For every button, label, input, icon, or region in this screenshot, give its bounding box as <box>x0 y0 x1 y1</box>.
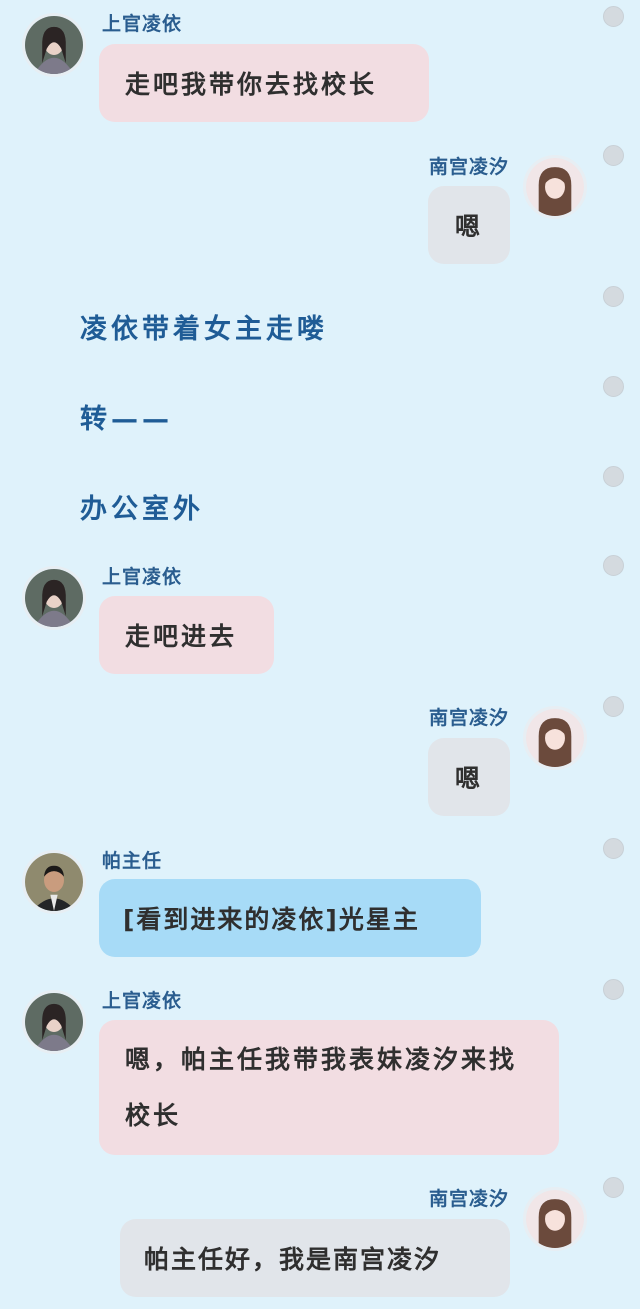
speaker-name: 南宫凌汐 <box>428 1188 509 1210</box>
select-dot[interactable] <box>603 466 624 487</box>
speaker-name: 南宫凌汐 <box>428 156 509 178</box>
speaker-name: 帕主任 <box>102 850 163 872</box>
select-dot[interactable] <box>603 286 624 307</box>
chat-bubble[interactable]: 嗯，帕主任我带我表妹凌汐来找校长 <box>99 1020 559 1155</box>
chat-bubble[interactable]: [看到进来的凌依]光星主 <box>99 879 481 957</box>
chat-bubble[interactable]: 嗯 <box>428 186 510 264</box>
speaker-name: 南宫凌汐 <box>428 707 509 729</box>
select-dot[interactable] <box>603 838 624 859</box>
avatar-lingxi[interactable] <box>523 706 587 770</box>
chat-bubble[interactable]: 走吧进去 <box>99 596 274 674</box>
select-dot[interactable] <box>603 145 624 166</box>
speaker-name: 上官凌依 <box>102 13 183 35</box>
avatar-pa[interactable] <box>22 850 86 914</box>
chat-bubble[interactable]: 走吧我带你去找校长 <box>99 44 429 122</box>
select-dot[interactable] <box>603 979 624 1000</box>
speaker-name: 上官凌依 <box>102 990 183 1012</box>
select-dot[interactable] <box>603 555 624 576</box>
avatar-lingxi[interactable] <box>523 155 587 219</box>
avatar-lingyi[interactable] <box>22 13 86 77</box>
select-dot[interactable] <box>603 376 624 397</box>
speaker-name: 上官凌依 <box>102 566 183 588</box>
narration-text: 凌依带着女主走喽 <box>80 314 328 345</box>
avatar-lingyi[interactable] <box>22 990 86 1054</box>
chat-bubble[interactable]: 帕主任好，我是南宫凌汐 <box>120 1219 510 1297</box>
narration-text: 办公室外 <box>80 494 204 525</box>
select-dot[interactable] <box>603 6 624 27</box>
select-dot[interactable] <box>603 1177 624 1198</box>
select-dot[interactable] <box>603 696 624 717</box>
avatar-lingyi[interactable] <box>22 566 86 630</box>
narration-text: 转—— <box>80 404 173 435</box>
chat-bubble[interactable]: 嗯 <box>428 738 510 816</box>
avatar-lingxi[interactable] <box>523 1187 587 1251</box>
